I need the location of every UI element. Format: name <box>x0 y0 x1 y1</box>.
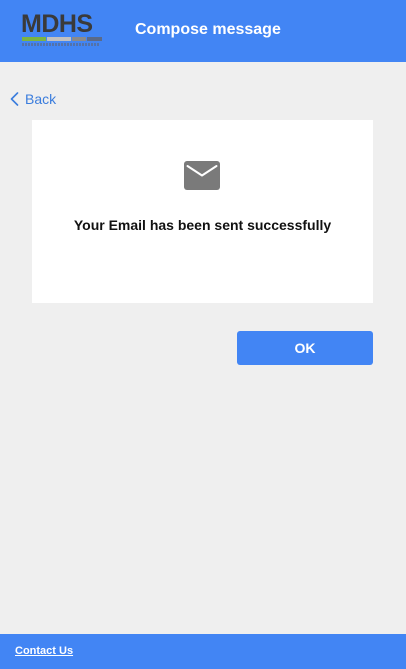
logo-color-bar <box>22 37 102 41</box>
mdhs-logo: MDHS <box>21 10 102 48</box>
logo-text: MDHS <box>21 10 93 38</box>
success-message: Your Email has been sent successfully <box>73 217 332 233</box>
app-footer: Contact Us <box>0 634 406 669</box>
app-header: MDHS Compose message <box>0 0 406 62</box>
ok-button[interactable]: OK <box>237 331 373 365</box>
contact-us-link[interactable]: Contact Us <box>15 644 73 658</box>
confirmation-card: Your Email has been sent successfully <box>32 120 373 303</box>
mail-icon <box>184 161 220 190</box>
logo-tagline <box>22 43 100 46</box>
back-label: Back <box>25 91 57 107</box>
page-title: Compose message <box>135 21 281 38</box>
back-link[interactable]: Back <box>10 90 56 108</box>
chevron-left-icon <box>10 92 19 106</box>
